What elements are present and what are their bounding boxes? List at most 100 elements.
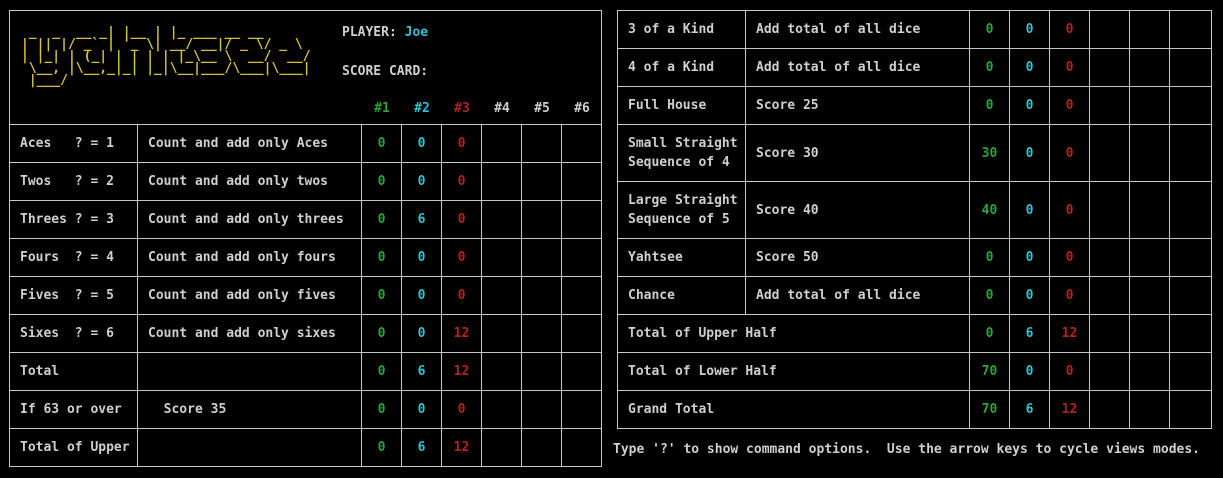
score-cell: 0 [1049,86,1090,125]
score-cell: 12 [441,314,482,353]
score-cell: 0 [441,124,482,163]
score-cell: 0 [441,276,482,315]
score-cell [1129,181,1170,239]
lower-row: Yahtsee Score 50 0 0 0 [617,238,1212,277]
total-row: Total of Lower Half 70 0 0 [617,352,1212,391]
row-name: Fours ? = 4 [9,238,138,277]
score-cell [481,200,522,239]
score-cell [521,314,562,353]
header-panel: _ _ __ _| |__ | |_ ___ __ __ | || |/ _` … [8,10,603,125]
score-cell: 0 [361,200,402,239]
upper-row: Twos ? = 2 Count and add only twos 0 0 0 [9,162,603,201]
score-cell: 0 [1049,10,1090,49]
score-cell [521,428,562,467]
row-description: Score 30 [745,124,970,182]
score-cell: 0 [401,238,442,277]
player-label: PLAYER: [342,25,397,40]
score-cell: 0 [1009,10,1050,49]
score-cell: 0 [1009,238,1050,277]
score-cell: 0 [969,48,1010,87]
score-cell [1089,181,1130,239]
lower-row: 3 of a Kind Add total of all dice 0 0 0 [617,10,1212,49]
column-header-1: #1 [374,101,390,116]
status-line: Type '?' to show command options. Use th… [613,442,1200,457]
score-cell: 0 [1049,276,1090,315]
score-cell [1089,314,1130,353]
row-description: Score 50 [745,238,970,277]
player-column-headers: #1 #2 #3 #4 #5 #6 [362,101,601,116]
total-row: Grand Total 70 6 12 [617,390,1212,429]
score-cell: 6 [401,200,442,239]
score-cell [481,390,522,429]
score-cell: 12 [441,428,482,467]
score-cell: 0 [1009,181,1050,239]
score-cell [1169,238,1212,277]
score-cell: 0 [1049,181,1090,239]
score-cell: 0 [401,276,442,315]
score-cell [1089,390,1130,429]
lower-row: Chance Add total of all dice 0 0 0 [617,276,1212,315]
score-cell [1169,124,1212,182]
score-cell: 0 [401,162,442,201]
score-cell [481,276,522,315]
score-cell [521,200,562,239]
score-cell [1169,86,1212,125]
row-description: Count and add only threes [137,200,362,239]
score-cell: 12 [1049,390,1090,429]
row-description: Score 40 [745,181,970,239]
row-name-line2: Sequence of 4 [628,155,730,170]
score-cell: 6 [401,352,442,391]
score-cell: 70 [969,390,1010,429]
score-cell: 0 [361,238,402,277]
row-name-line1: Small Straight [628,136,738,151]
score-cell: 6 [1009,390,1050,429]
score-cell [1129,86,1170,125]
upper-row: Fours ? = 4 Count and add only fours 0 0 0 [9,238,603,277]
row-name: Aces ? = 1 [9,124,138,163]
score-cell: 0 [1009,352,1050,391]
score-cell [521,238,562,277]
score-cell: 0 [1049,352,1090,391]
score-cell: 0 [361,124,402,163]
upper-row: Fives ? = 5 Count and add only fives 0 0 0 [9,276,603,315]
score-cell [1089,238,1130,277]
score-cell [1089,352,1130,391]
row-name-line1: Full House [628,98,707,113]
column-header-6: #6 [574,101,590,116]
row-name: Total of Upper Half [9,428,138,467]
column-header-3: #3 [454,101,470,116]
row-name: 4 of a Kind [617,48,746,87]
score-cell: 0 [969,10,1010,49]
lower-row: Small Straight Sequence of 4 Score 30 30 0 0 [617,124,1212,182]
total-name: Total of Lower Half [617,352,970,391]
score-cell: 0 [1049,238,1090,277]
score-cell [481,162,522,201]
score-cell [481,238,522,277]
row-description: Count and add only sixes [137,314,362,353]
upper-row: Total 0 6 12 [9,352,603,391]
score-cell: 0 [361,390,402,429]
score-cell [521,162,562,201]
score-cell: 70 [969,352,1010,391]
column-header-2: #2 [414,101,430,116]
score-cell [1129,352,1170,391]
score-cell [1169,181,1212,239]
score-cell [1129,124,1170,182]
score-cell: 0 [441,238,482,277]
row-name-line1: Yahtsee [628,250,683,265]
header-row: _ _ __ _| |__ | |_ ___ __ __ | || |/ _` … [8,10,603,125]
score-cell [560,238,603,277]
score-cell: 12 [441,352,482,391]
row-name-line2: Sequence of 5 [628,212,730,227]
score-cell [560,352,603,391]
upper-scorecard-table: _ _ __ _| |__ | |_ ___ __ __ | || |/ _` … [8,10,603,467]
score-cell: 12 [1049,314,1090,353]
total-name: Total of Upper Half [617,314,970,353]
row-name: Threes ? = 3 [9,200,138,239]
score-cell [1089,124,1130,182]
score-cell [1169,352,1212,391]
score-cell: 0 [1009,86,1050,125]
score-cell: 0 [969,238,1010,277]
score-cell: 0 [1009,124,1050,182]
score-cell [1169,10,1212,49]
